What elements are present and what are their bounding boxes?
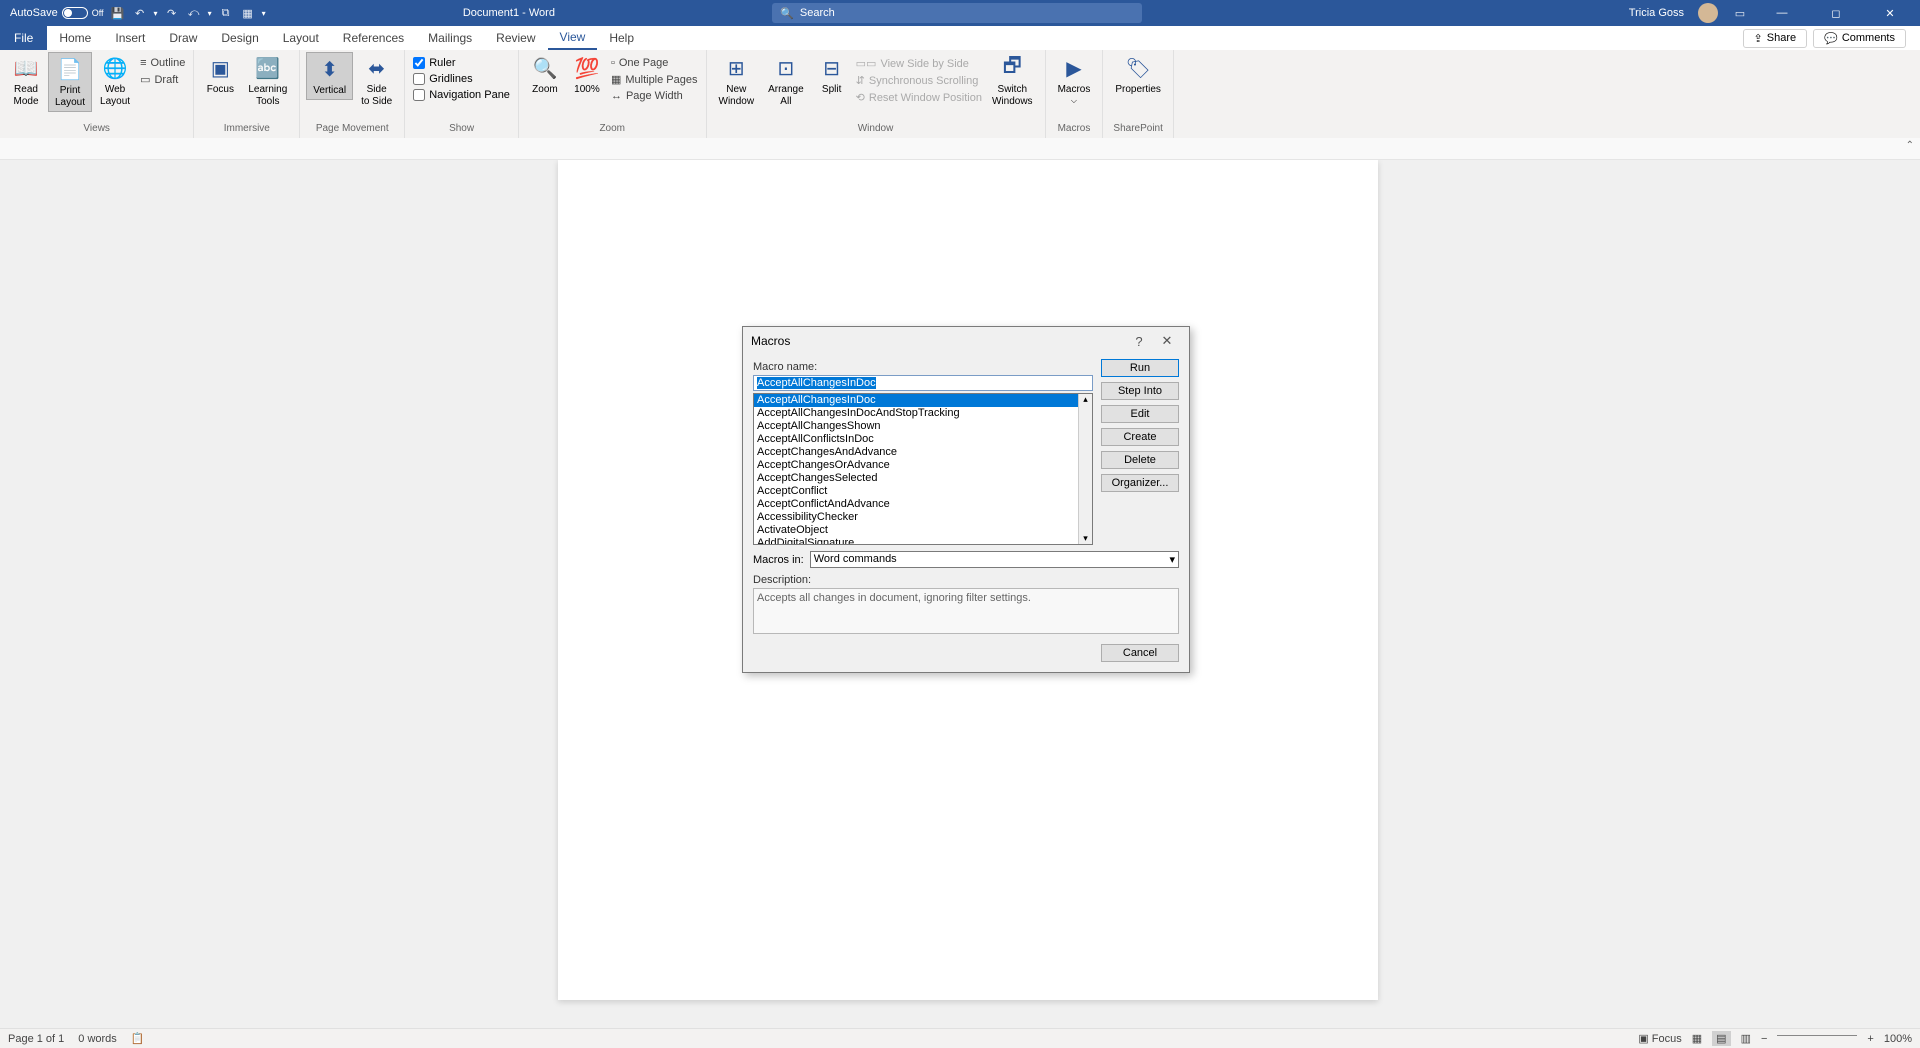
run-button[interactable]: Run xyxy=(1101,359,1179,377)
list-item[interactable]: AcceptConflictAndAdvance xyxy=(754,498,1078,511)
list-scrollbar[interactable]: ▴▾ xyxy=(1078,394,1092,544)
list-item[interactable]: AcceptChangesOrAdvance xyxy=(754,459,1078,472)
list-item[interactable]: AcceptChangesAndAdvance xyxy=(754,446,1078,459)
list-item[interactable]: AcceptAllChangesInDocAndStopTracking xyxy=(754,407,1078,420)
zoom-in-icon[interactable]: + xyxy=(1867,1033,1873,1045)
zoom-out-icon[interactable]: − xyxy=(1761,1033,1767,1045)
scroll-up-icon[interactable]: ▴ xyxy=(1083,394,1088,405)
print-layout-view-icon[interactable]: ▤ xyxy=(1712,1031,1730,1046)
cancel-button[interactable]: Cancel xyxy=(1101,644,1179,662)
zoom-level[interactable]: 100% xyxy=(1884,1033,1912,1045)
macros-dialog: Macros ? ✕ Macro name: AcceptAllChangesI… xyxy=(742,326,1190,673)
dialog-title: Macros xyxy=(751,334,1125,348)
create-button[interactable]: Create xyxy=(1101,428,1179,446)
zoom-slider[interactable] xyxy=(1777,1035,1857,1036)
spell-check-icon[interactable]: 📋 xyxy=(131,1032,145,1045)
dialog-help-icon[interactable]: ? xyxy=(1125,334,1153,349)
edit-button[interactable]: Edit xyxy=(1101,405,1179,423)
description-box: Accepts all changes in document, ignorin… xyxy=(753,588,1179,634)
list-item[interactable]: AccessibilityChecker xyxy=(754,511,1078,524)
list-item[interactable]: AcceptConflict xyxy=(754,485,1078,498)
list-item[interactable]: AcceptAllChangesShown xyxy=(754,420,1078,433)
step-into-button[interactable]: Step Into xyxy=(1101,382,1179,400)
read-mode-view-icon[interactable]: ▦ xyxy=(1692,1032,1702,1045)
delete-button[interactable]: Delete xyxy=(1101,451,1179,469)
web-layout-view-icon[interactable]: ▥ xyxy=(1741,1032,1751,1045)
dialog-overlay: Macros ? ✕ Macro name: AcceptAllChangesI… xyxy=(0,0,1920,1048)
focus-mode-button[interactable]: ▣ Focus xyxy=(1638,1032,1681,1045)
macro-list[interactable]: AcceptAllChangesInDoc AcceptAllChangesIn… xyxy=(754,394,1078,544)
list-item[interactable]: AcceptChangesSelected xyxy=(754,472,1078,485)
organizer-button[interactable]: Organizer... xyxy=(1101,474,1179,492)
list-item[interactable]: AddDigitalSignature xyxy=(754,537,1078,544)
list-item[interactable]: AcceptAllChangesInDoc xyxy=(754,394,1078,407)
chevron-down-icon: ▾ xyxy=(1169,553,1175,566)
word-count[interactable]: 0 words xyxy=(78,1033,117,1045)
dialog-close-icon[interactable]: ✕ xyxy=(1153,333,1181,349)
list-item[interactable]: AcceptAllConflictsInDoc xyxy=(754,433,1078,446)
list-item[interactable]: ActivateObject xyxy=(754,524,1078,537)
status-bar: Page 1 of 1 0 words 📋 ▣ Focus ▦ ▤ ▥ − + … xyxy=(0,1028,1920,1048)
dialog-titlebar[interactable]: Macros ? ✕ xyxy=(743,327,1189,355)
macro-name-label: Macro name: xyxy=(753,361,1093,373)
page-status[interactable]: Page 1 of 1 xyxy=(8,1033,64,1045)
macros-in-select[interactable]: Word commands▾ xyxy=(810,551,1179,568)
description-label: Description: xyxy=(753,574,1179,586)
scroll-down-icon[interactable]: ▾ xyxy=(1083,533,1088,544)
macro-name-input[interactable]: AcceptAllChangesInDoc xyxy=(753,375,1093,391)
macros-in-label: Macros in: xyxy=(753,554,804,566)
